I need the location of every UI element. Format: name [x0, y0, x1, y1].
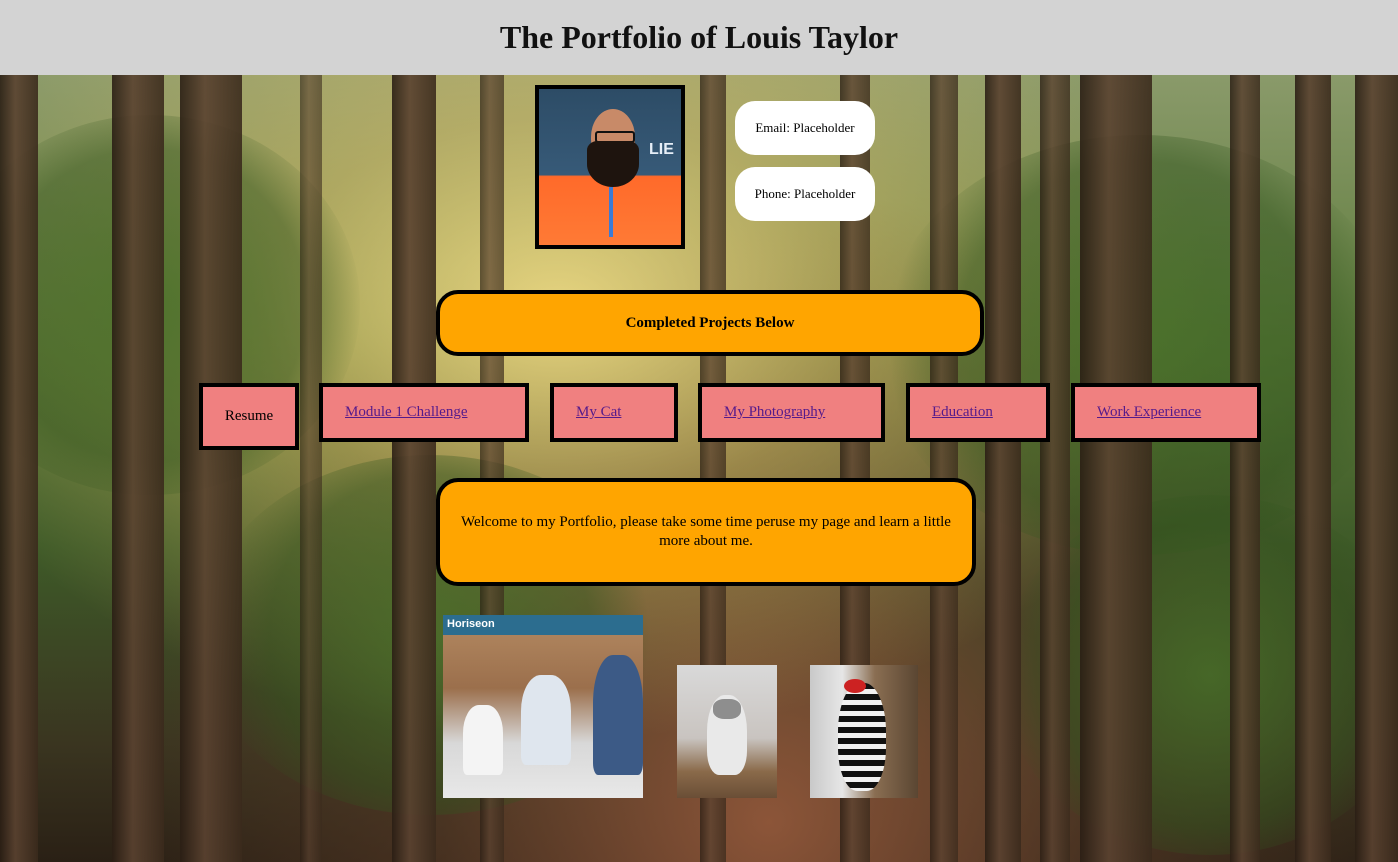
- nav-my-photography[interactable]: My Photography: [698, 383, 885, 442]
- nav-work-experience-link[interactable]: Work Experience: [1097, 404, 1201, 421]
- projects-heading: Completed Projects Below: [436, 290, 984, 356]
- email-text: Email: Placeholder: [755, 120, 855, 135]
- horiseon-thumbnail[interactable]: Horiseon: [443, 615, 643, 798]
- phone-contact: Phone: Placeholder: [735, 167, 875, 221]
- welcome-text: Welcome to my Portfolio, please take som…: [461, 514, 951, 549]
- nav-resume-label: Resume: [224, 408, 274, 424]
- nav-education[interactable]: Education: [906, 383, 1050, 442]
- bird-thumbnail[interactable]: [810, 665, 918, 798]
- nav-my-cat-link[interactable]: My Cat: [576, 404, 621, 421]
- nav-my-cat[interactable]: My Cat: [550, 383, 678, 442]
- profile-photo: LIE: [535, 85, 685, 249]
- horiseon-brand-text: Horiseon: [447, 618, 495, 630]
- nav-module1-link[interactable]: Module 1 Challenge: [345, 404, 467, 421]
- page-title: The Portfolio of Louis Taylor: [499, 19, 899, 55]
- nav-my-photography-link[interactable]: My Photography: [724, 404, 825, 421]
- cat-thumbnail[interactable]: [677, 665, 777, 798]
- nav-work-experience[interactable]: Work Experience: [1071, 383, 1261, 442]
- page-header: The Portfolio of Louis Taylor: [0, 0, 1398, 75]
- welcome-box: Welcome to my Portfolio, please take som…: [436, 478, 976, 586]
- nav-module1[interactable]: Module 1 Challenge: [319, 383, 529, 442]
- projects-heading-text: Completed Projects Below: [625, 314, 795, 331]
- nav-education-link[interactable]: Education: [932, 404, 993, 421]
- phone-text: Phone: Placeholder: [754, 186, 856, 201]
- profile-shirt-text: LIE: [649, 141, 674, 158]
- email-contact: Email: Placeholder: [735, 101, 875, 155]
- nav-resume[interactable]: Resume: [199, 383, 299, 450]
